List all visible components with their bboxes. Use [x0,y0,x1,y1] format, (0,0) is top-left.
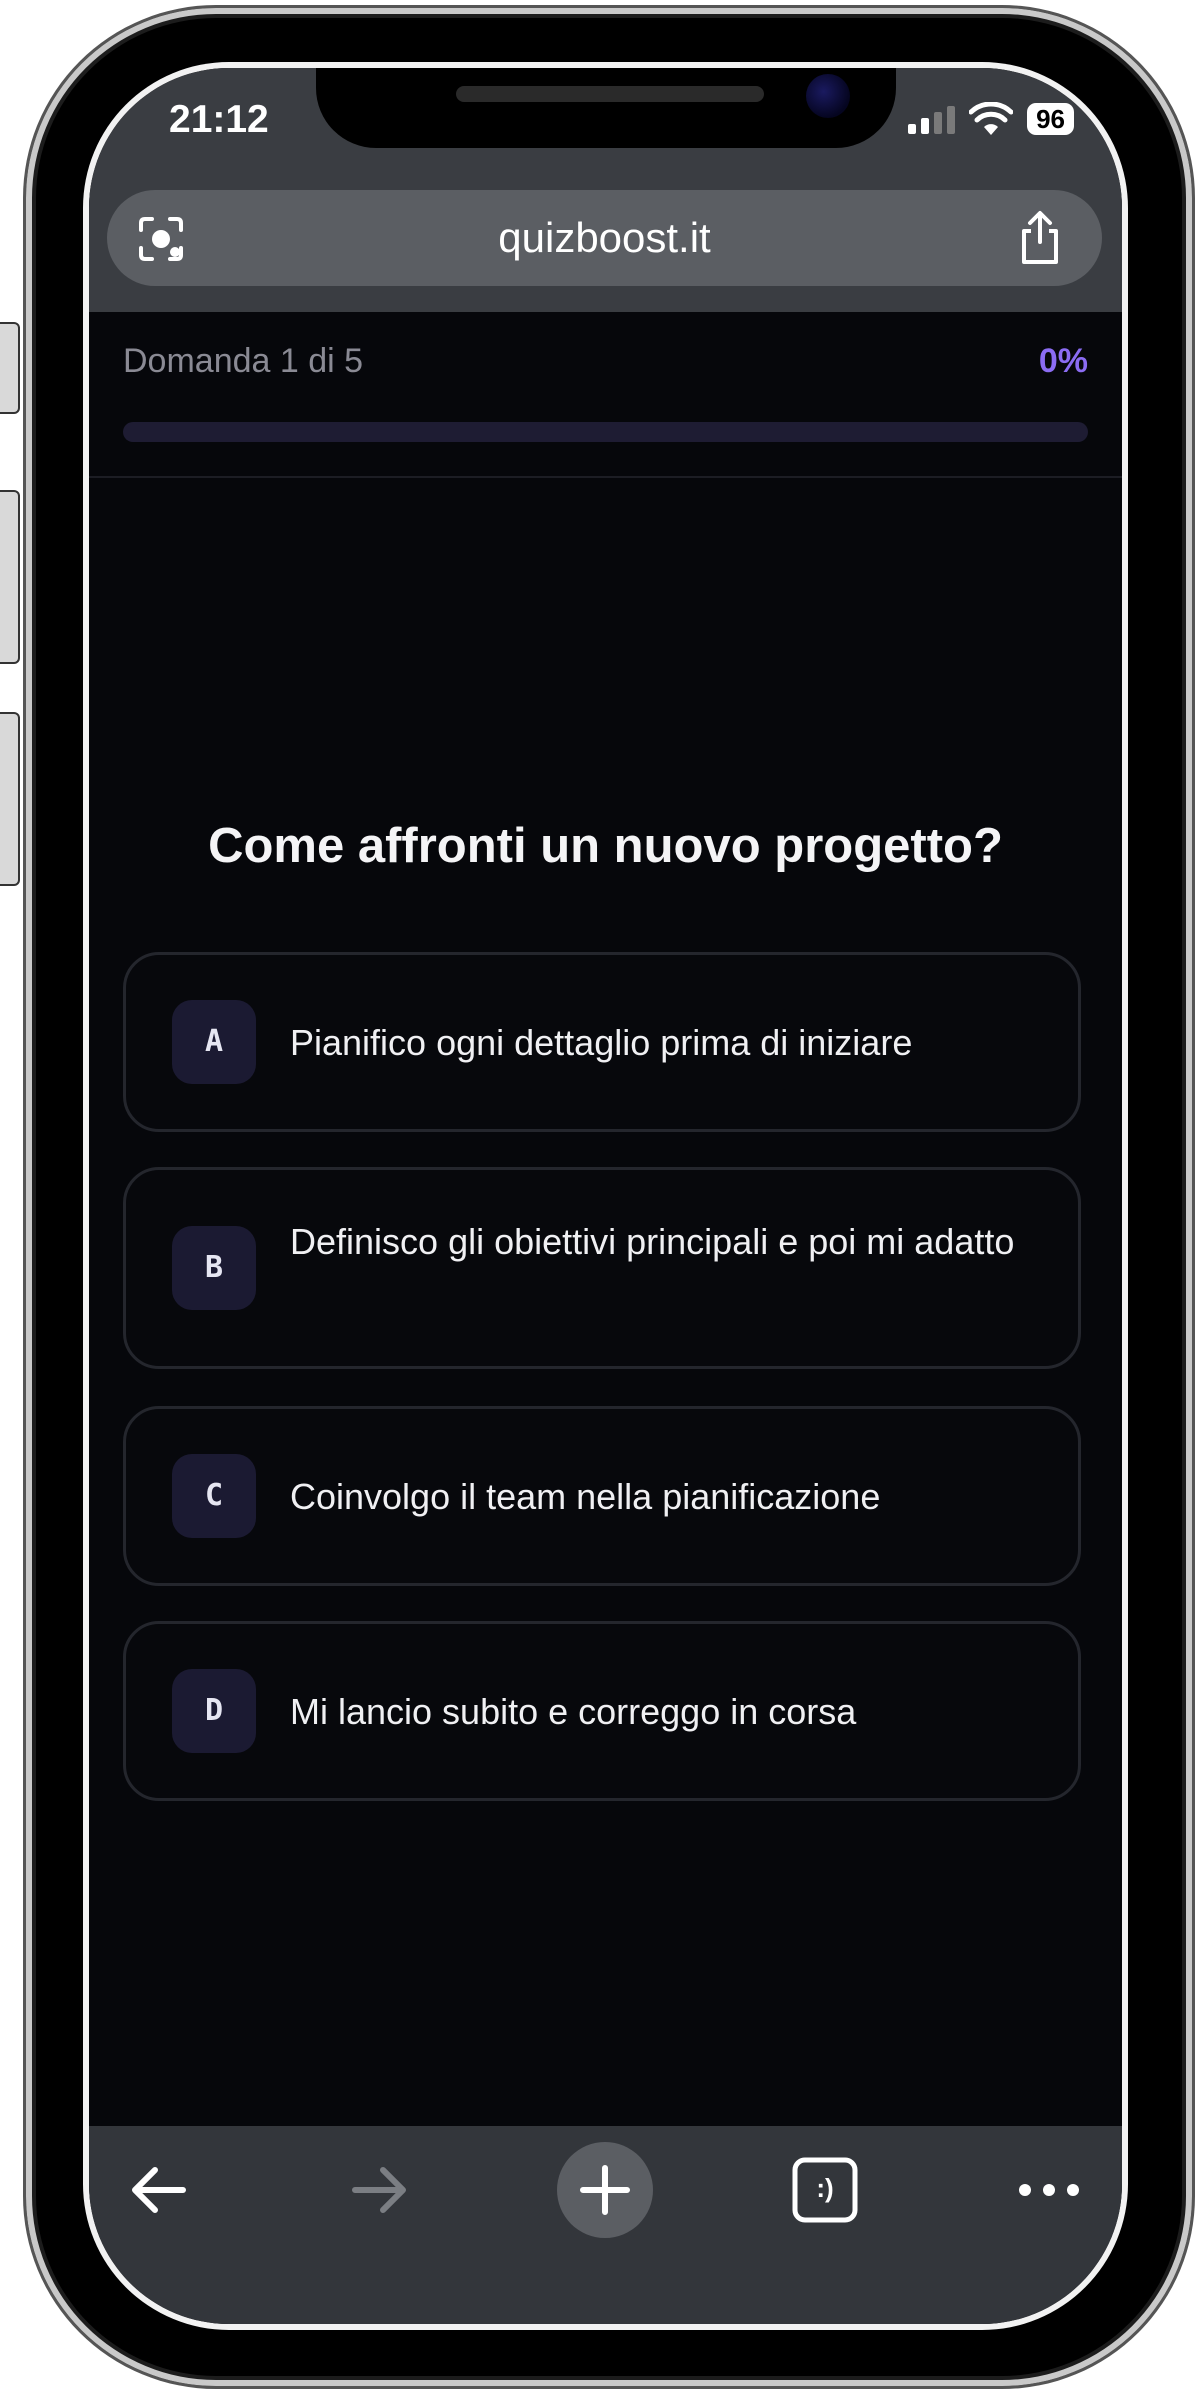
more-options-icon[interactable] [999,2140,1099,2240]
answer-text: Mi lancio subito e correggo in corsa [290,1691,857,1732]
volume-down-button [0,712,20,886]
answer-letter-badge: C [172,1454,256,1538]
answer-letter-badge: B [172,1226,256,1310]
front-camera [806,74,850,118]
answer-text: Definisco gli obiettivi principali e poi… [290,1221,1015,1262]
answer-option-d[interactable]: D Mi lancio subito e correggo in corsa [123,1621,1081,1801]
answer-text: Coinvolgo il team nella pianificazione [290,1476,881,1517]
speaker-grille [456,86,764,102]
answer-letter-badge: D [172,1669,256,1753]
status-time: 21:12 [169,98,269,141]
header-divider [89,476,1122,478]
share-icon[interactable] [1014,210,1066,266]
answer-option-b[interactable]: B Definisco gli obiettivi principali e p… [123,1167,1081,1369]
url-text[interactable]: quizboost.it [107,214,1102,262]
progress-bar [123,422,1088,442]
browser-toolbar: :) [89,2126,1122,2324]
wifi-icon [969,102,1014,135]
progress-header: Domanda 1 di 5 0% [123,342,1088,392]
volume-up-button [0,490,20,664]
cellular-signal-icon [908,104,956,134]
back-arrow-icon[interactable] [109,2140,209,2240]
question-counter: Domanda 1 di 5 [123,342,364,380]
address-bar[interactable]: quizboost.it [107,190,1102,286]
tabs-switcher-glyph: :) [816,2173,834,2203]
phone-screen: 21:12 96 quizboost.it Domanda 1 di 5 0% … [89,68,1122,2324]
tabs-switcher-icon[interactable]: :) [775,2140,875,2240]
progress-percent: 0% [1038,342,1088,380]
action-button [0,322,20,414]
status-indicators: 96 [908,102,1074,136]
new-tab-plus-icon[interactable] [555,2140,655,2240]
battery-icon: 96 [1027,103,1074,135]
answer-option-c[interactable]: C Coinvolgo il team nella pianificazione [123,1406,1081,1586]
answer-text: Pianifico ogni dettaglio prima di inizia… [290,1022,913,1063]
answer-option-a[interactable]: A Pianifico ogni dettaglio prima di iniz… [123,952,1081,1132]
question-title: Come affronti un nuovo progetto? [208,819,1003,873]
dynamic-island [316,68,896,148]
forward-arrow-icon[interactable] [329,2140,429,2240]
quiz-page: Domanda 1 di 5 0% Come affronti un nuovo… [89,312,1122,2126]
answer-letter-badge: A [172,1000,256,1084]
